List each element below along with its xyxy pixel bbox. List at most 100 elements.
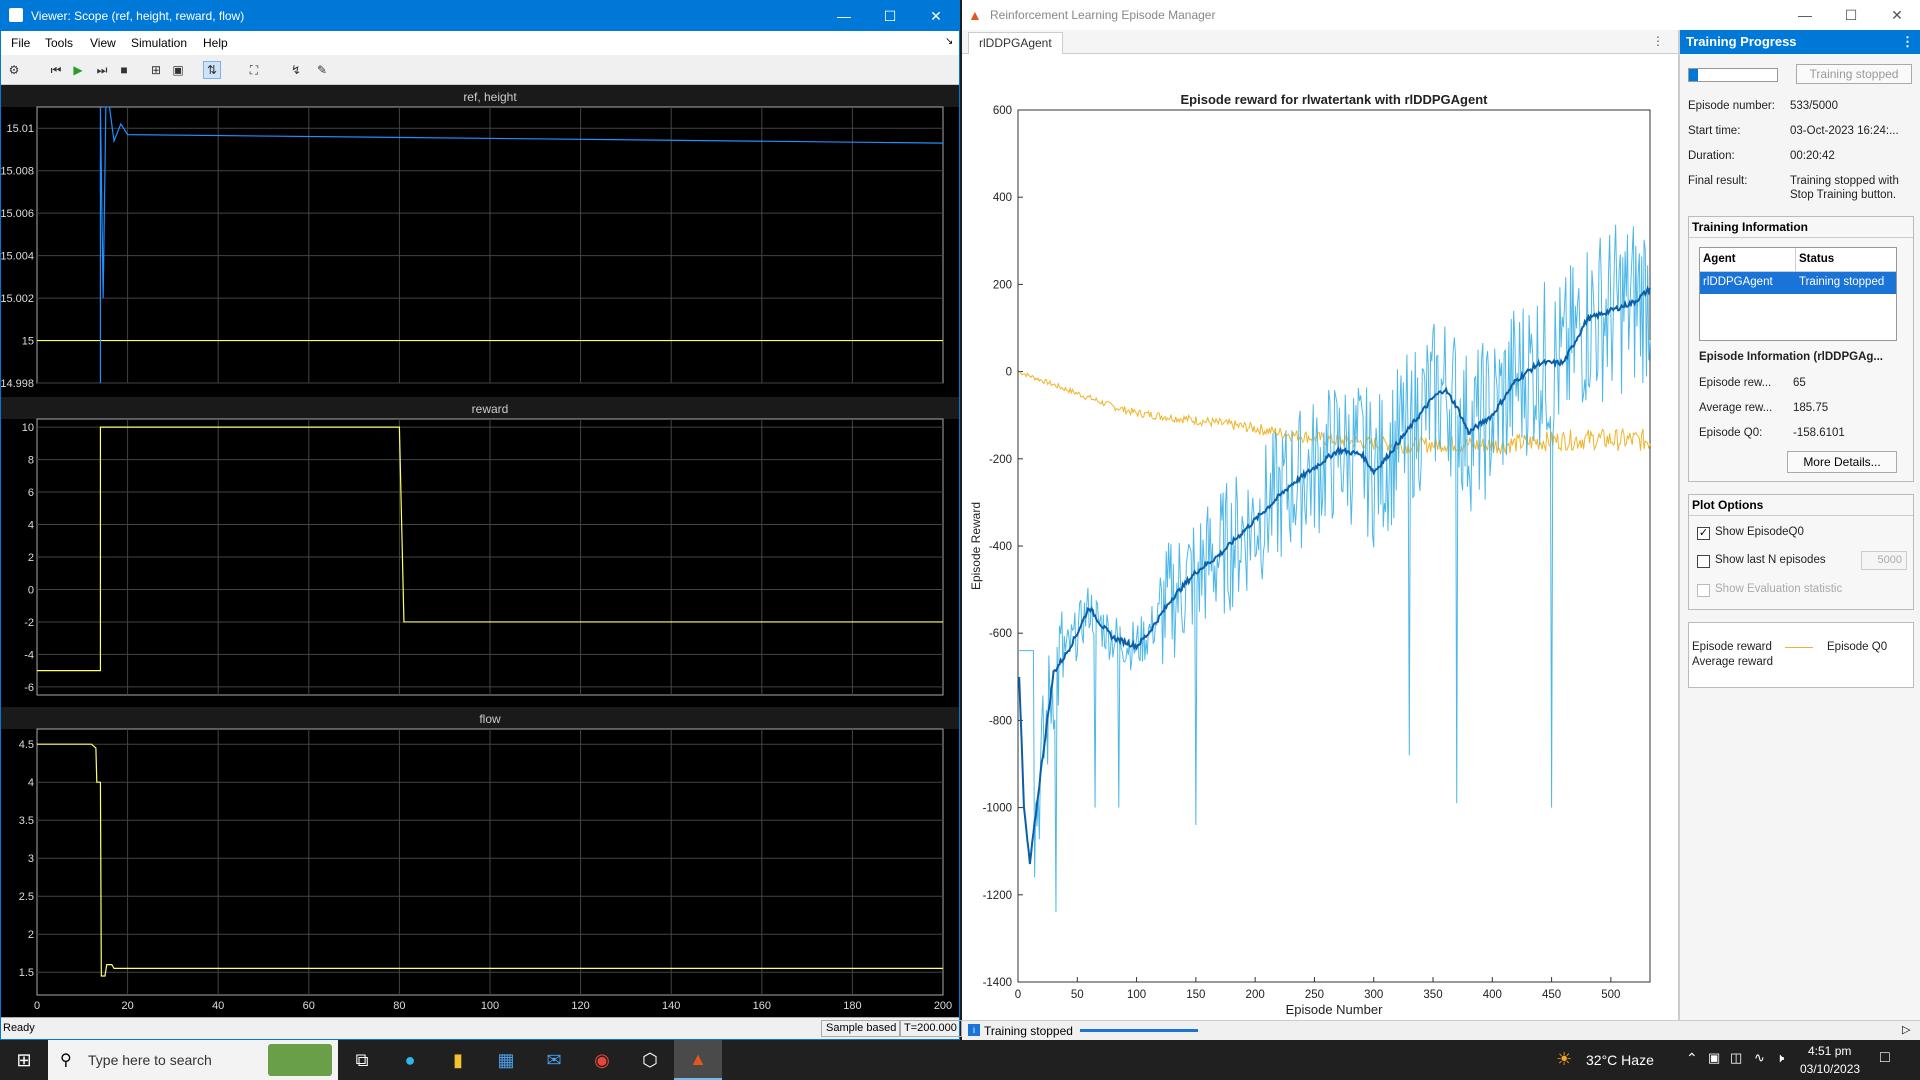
- scope-ytick-label: 3.5: [19, 815, 34, 827]
- episode-reward-label: Episode rew...: [1699, 377, 1772, 389]
- chevron-up-icon[interactable]: ⌃: [1686, 1050, 1698, 1067]
- maximize-icon[interactable]: ☐: [1828, 0, 1874, 30]
- show-last-n-checkbox[interactable]: [1697, 555, 1710, 568]
- menu-view[interactable]: View: [90, 36, 116, 50]
- volume-icon[interactable]: 🕨: [1776, 1050, 1784, 1066]
- display-icon[interactable]: ◫: [1730, 1050, 1742, 1066]
- scope-titlebar[interactable]: Viewer: Scope (ref, height, reward, flow…: [1, 1, 959, 31]
- training-progress-bar: [1688, 68, 1778, 82]
- autoscale-icon[interactable]: ⛶: [245, 61, 263, 79]
- scope-ytick-label: 15.008: [1, 166, 34, 178]
- scope-ytick-label: 15: [22, 336, 34, 348]
- scope-ytick-label: 14.998: [1, 378, 34, 390]
- average-reward-label: Average rew...: [1699, 402, 1773, 414]
- scope-menubar: File Tools View Simulation Help ↘: [1, 31, 959, 55]
- tab-agent[interactable]: rlDDPGAgent: [968, 32, 1063, 54]
- scope-ytick-label: -2: [24, 617, 34, 629]
- scope-ytick-label: 15.002: [1, 293, 34, 305]
- scope-statusbar: Ready Sample based T=200.000: [1, 1017, 962, 1039]
- scope-xtick-label: 160: [753, 1000, 771, 1012]
- x-tick-label: 200: [1246, 989, 1265, 1001]
- meet-icon[interactable]: ▣: [1708, 1050, 1720, 1066]
- close-icon[interactable]: ✕: [913, 1, 959, 31]
- scope-xtick-label: 180: [843, 1000, 861, 1012]
- scope-xtick-label: 40: [212, 1000, 224, 1012]
- scope-plots-svg: ref, height 15.01 15.008 15.006 15.004 15.002…: [0, 85, 959, 1012]
- matlab-logo-icon: ▲: [968, 7, 982, 23]
- maximize-icon[interactable]: ☐: [867, 1, 913, 31]
- highlight-block-icon[interactable]: ⊞: [147, 61, 165, 79]
- run-icon[interactable]: ▶: [69, 61, 87, 79]
- search-highlight-image: [268, 1044, 332, 1076]
- store-icon[interactable]: ▦: [482, 1040, 530, 1080]
- scope-ytick-label: 8: [28, 455, 34, 467]
- show-q0-checkbox[interactable]: ✓: [1697, 527, 1710, 540]
- scope-ytick-label: -4: [24, 649, 34, 661]
- duration-label: Duration:: [1688, 150, 1735, 162]
- final-result-line2: Stop Training button.: [1790, 189, 1897, 201]
- minimize-icon[interactable]: —: [821, 1, 867, 31]
- menu-tools[interactable]: Tools: [45, 36, 73, 50]
- scope-xtick-label: 80: [393, 1000, 405, 1012]
- y-tick-label: -400: [989, 541, 1012, 553]
- episode-reward-value: 65: [1793, 377, 1806, 389]
- wifi-icon[interactable]: ∿: [1754, 1050, 1765, 1066]
- chrome-icon[interactable]: ◉: [578, 1040, 626, 1080]
- x-tick-label: 450: [1542, 989, 1561, 1001]
- task-view-icon[interactable]: ⧉: [338, 1040, 386, 1080]
- start-time-value: 03-Oct-2023 16:24:...: [1790, 125, 1899, 137]
- mail-icon[interactable]: ✉: [530, 1040, 578, 1080]
- notifications-icon[interactable]: □: [1880, 1049, 1890, 1067]
- windows-taskbar: ⊞ ⚲ Type here to search ⧉ ● ▮ ▦ ✉ ◉ ⬡ ▲ …: [0, 1040, 1920, 1080]
- panel-options-icon[interactable]: ⋮: [1901, 34, 1914, 50]
- undock-icon[interactable]: ↘: [945, 36, 953, 47]
- sample-mode-badge: Sample based: [821, 1020, 902, 1037]
- manager-window-title: Reinforcement Learning Episode Manager: [990, 8, 1216, 22]
- app-cube-icon[interactable]: ⬡: [626, 1040, 674, 1080]
- matlab-taskbar-icon[interactable]: ▲: [674, 1040, 722, 1080]
- y-tick-label: 0: [1006, 367, 1012, 379]
- search-icon: ⚲: [60, 1052, 72, 1069]
- info-icon: i: [968, 1024, 980, 1036]
- scope-ytick-label: 2: [28, 552, 34, 564]
- scope-ytick-label: 15.004: [1, 251, 34, 263]
- step-forward-icon[interactable]: ⏭: [93, 61, 111, 79]
- table-row[interactable]: rlDDPGAgent Training stopped: [1700, 272, 1896, 294]
- x-tick-label: 0: [1015, 989, 1021, 1001]
- triggers-icon[interactable]: ↯: [287, 61, 305, 79]
- cursor-measure-icon[interactable]: ✎: [313, 61, 331, 79]
- manager-titlebar[interactable]: ▲ Reinforcement Learning Episode Manager…: [962, 0, 1920, 30]
- scope-app-icon: [9, 8, 23, 22]
- settings-gear-icon[interactable]: ⚙: [5, 61, 23, 79]
- last-n-input[interactable]: 5000: [1861, 551, 1907, 570]
- weather-text: 32°C Haze: [1586, 1052, 1654, 1068]
- status-progress-bar: [1080, 1029, 1198, 1032]
- close-icon[interactable]: ✕: [1874, 0, 1920, 30]
- edge-icon[interactable]: ●: [386, 1040, 434, 1080]
- agent-cell: rlDDPGAgent: [1703, 276, 1773, 288]
- x-tick-label: 400: [1483, 989, 1502, 1001]
- episode-q0-value: -158.6101: [1793, 427, 1845, 439]
- windows-start-icon[interactable]: ⊞: [0, 1040, 48, 1080]
- menu-help[interactable]: Help: [203, 36, 228, 50]
- stop-icon[interactable]: ■: [115, 61, 133, 79]
- show-eval-checkbox[interactable]: [1697, 584, 1710, 597]
- file-explorer-icon[interactable]: ▮: [434, 1040, 482, 1080]
- scope-xtick-label: 0: [34, 1000, 40, 1012]
- more-options-icon[interactable]: ⋮: [1652, 34, 1664, 48]
- legend-average-reward: Average reward: [1692, 656, 1773, 668]
- x-tick-label: 100: [1127, 989, 1146, 1001]
- menu-simulation[interactable]: Simulation: [131, 36, 187, 50]
- collapse-icon[interactable]: ▷: [1902, 1023, 1910, 1036]
- scope-ytick-label: 10: [22, 422, 34, 434]
- menu-file[interactable]: File: [11, 36, 30, 50]
- snapshot-icon[interactable]: ▣: [169, 61, 187, 79]
- minimize-icon[interactable]: —: [1782, 0, 1828, 30]
- y-tick-label: -1400: [983, 977, 1012, 989]
- training-progress-header: Training Progress ⋮: [1680, 30, 1920, 54]
- more-details-button[interactable]: More Details...: [1787, 451, 1897, 473]
- stop-training-button[interactable]: Training stopped: [1796, 64, 1912, 84]
- taskbar-search[interactable]: ⚲ Type here to search: [48, 1040, 338, 1080]
- zoom-icon[interactable]: ⇅: [203, 61, 221, 79]
- step-back-icon[interactable]: ⏮: [47, 61, 65, 79]
